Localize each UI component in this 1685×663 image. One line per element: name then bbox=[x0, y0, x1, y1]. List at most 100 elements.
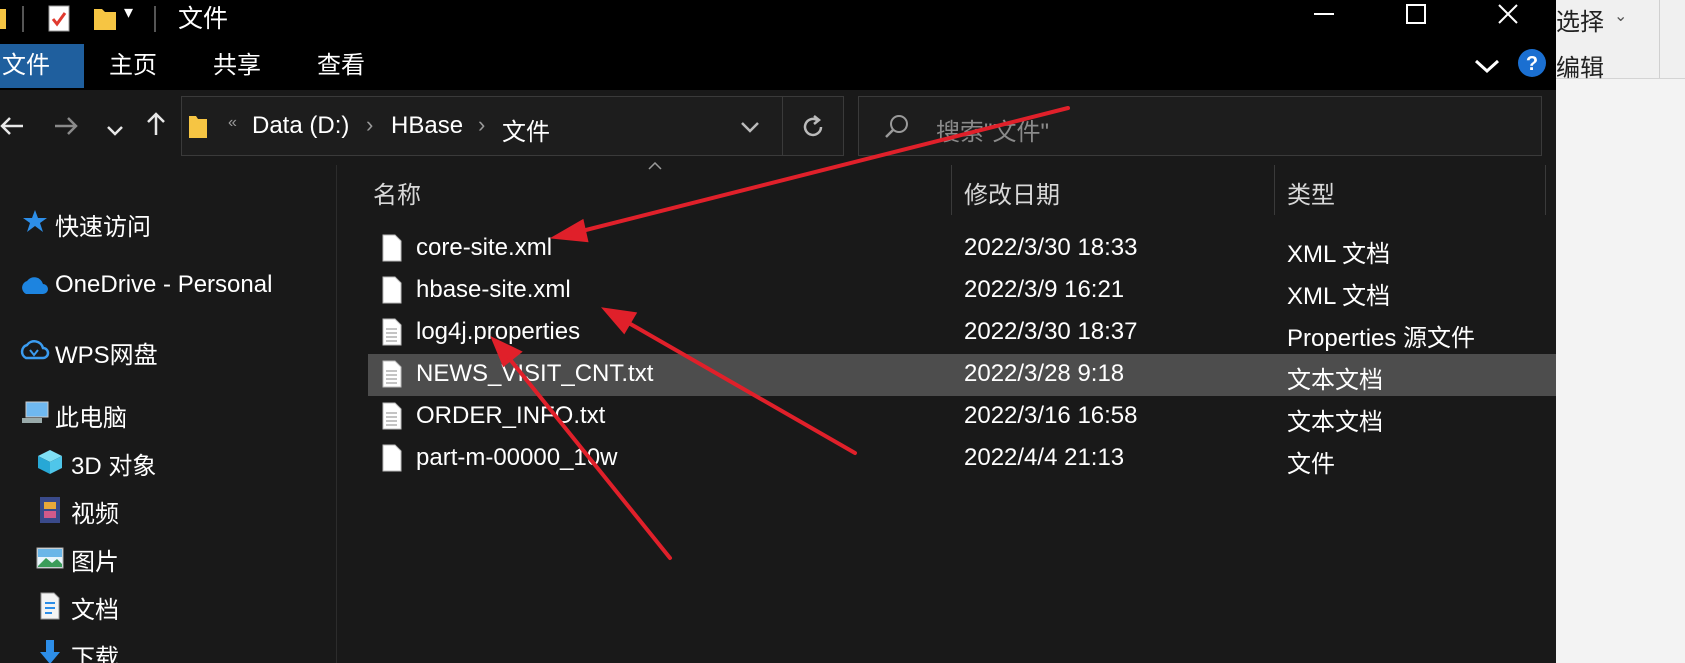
nav-onedrive[interactable]: OneDrive - Personal bbox=[55, 271, 272, 299]
file-date: 2022/3/9 16:21 bbox=[964, 276, 1125, 303]
nav-pictures[interactable]: 图片 bbox=[71, 542, 119, 577]
text-file-icon bbox=[382, 402, 402, 430]
pane-divider[interactable] bbox=[336, 165, 337, 663]
file-icon bbox=[382, 234, 402, 262]
search-icon bbox=[885, 115, 908, 138]
select-chevron-icon[interactable]: ⌄ bbox=[1614, 6, 1627, 26]
file-type: 文本文档 bbox=[1287, 409, 1383, 436]
film-icon bbox=[40, 497, 60, 523]
back-arrow-icon bbox=[0, 117, 23, 135]
column-separator[interactable] bbox=[1545, 165, 1546, 215]
breadcrumb-hbase[interactable]: HBase bbox=[391, 112, 463, 140]
refresh-icon[interactable] bbox=[800, 114, 826, 140]
minimize-button[interactable] bbox=[1278, 0, 1370, 42]
text-file-icon bbox=[382, 360, 402, 388]
address-divider bbox=[782, 97, 783, 155]
breadcrumb-current[interactable]: 文件 bbox=[502, 112, 550, 147]
tab-file[interactable]: 文件 bbox=[0, 44, 84, 88]
column-separator[interactable] bbox=[1274, 165, 1275, 215]
file-icon bbox=[382, 444, 402, 472]
titlebar-divider-2 bbox=[154, 6, 156, 32]
nav-3d-objects[interactable]: 3D 对象 bbox=[71, 446, 156, 481]
file-date: 2022/3/30 18:33 bbox=[964, 234, 1138, 261]
column-header-name[interactable]: 名称 bbox=[373, 175, 421, 210]
nav-documents[interactable]: 文档 bbox=[71, 590, 119, 625]
tab-home[interactable]: 主页 bbox=[109, 44, 157, 88]
nav-quick-access[interactable]: 快速访问 bbox=[55, 207, 151, 242]
file-date: 2022/4/4 21:13 bbox=[964, 444, 1125, 471]
file-row[interactable]: ORDER_INFO.txt 2022/3/16 16:58 文本文档 bbox=[368, 396, 1556, 438]
download-icon bbox=[40, 640, 60, 663]
close-button[interactable] bbox=[1462, 0, 1554, 42]
search-placeholder[interactable]: 搜索"文件" bbox=[936, 112, 1049, 147]
file-date: 2022/3/16 16:58 bbox=[964, 402, 1138, 429]
file-row[interactable]: part-m-00000_10w 2022/4/4 21:13 文件 bbox=[368, 438, 1556, 480]
tab-view[interactable]: 查看 bbox=[317, 44, 365, 88]
file-type: XML 文档 bbox=[1287, 283, 1391, 310]
tab-share[interactable]: 共享 bbox=[213, 44, 261, 88]
titlebar-divider bbox=[22, 6, 24, 32]
maximize-icon bbox=[1406, 4, 1426, 24]
nav-wps-drive[interactable]: WPS网盘 bbox=[55, 335, 158, 370]
explorer-window: ▾ 文件 文件 主页 共享 查看 ? « Data (D:) › HBase ›… bbox=[0, 0, 1556, 663]
cloud-outline-icon bbox=[20, 340, 50, 360]
recent-locations-button[interactable] bbox=[97, 104, 133, 152]
file-type: XML 文档 bbox=[1287, 241, 1391, 268]
file-name[interactable]: part-m-00000_10w bbox=[416, 444, 617, 472]
up-button[interactable] bbox=[138, 104, 174, 152]
column-separator[interactable] bbox=[951, 165, 952, 215]
file-row[interactable]: core-site.xml 2022/3/30 18:33 XML 文档 bbox=[368, 228, 1556, 270]
column-header-date[interactable]: 修改日期 bbox=[964, 175, 1060, 210]
file-icon bbox=[382, 276, 402, 304]
recent-chevron-icon bbox=[107, 126, 123, 136]
file-row[interactable]: log4j.properties 2022/3/30 18:37 Propert… bbox=[368, 312, 1556, 354]
address-folder-icon bbox=[189, 116, 207, 138]
breadcrumb-separator-icon[interactable]: › bbox=[366, 112, 373, 138]
file-name[interactable]: ORDER_INFO.txt bbox=[416, 402, 605, 430]
properties-icon[interactable] bbox=[46, 3, 72, 33]
file-name[interactable]: hbase-site.xml bbox=[416, 276, 571, 304]
picture-icon bbox=[36, 547, 64, 569]
address-history-chevron-icon[interactable] bbox=[740, 121, 760, 133]
file-type: 文件 bbox=[1287, 451, 1335, 478]
select-label[interactable]: 选择 bbox=[1556, 2, 1604, 37]
window-title: 文件 bbox=[178, 5, 229, 33]
file-type: Properties 源文件 bbox=[1287, 325, 1476, 352]
star-icon bbox=[23, 210, 47, 232]
file-type: 文本文档 bbox=[1287, 367, 1383, 394]
folder-edge-icon bbox=[0, 9, 6, 29]
forward-arrow-icon bbox=[55, 117, 78, 135]
background-window: 选择 ⌄ 编辑 bbox=[1556, 0, 1685, 663]
address-overflow[interactable]: « bbox=[228, 114, 237, 132]
cloud-icon bbox=[22, 277, 48, 294]
nav-this-pc[interactable]: 此电脑 bbox=[55, 398, 127, 433]
up-arrow-icon bbox=[147, 112, 165, 135]
forward-button[interactable] bbox=[48, 104, 84, 152]
file-name[interactable]: NEWS_VISIT_CNT.txt bbox=[416, 360, 653, 388]
cube-icon bbox=[38, 450, 62, 474]
column-header-type[interactable]: 类型 bbox=[1287, 175, 1335, 210]
help-icon[interactable]: ? bbox=[1517, 48, 1547, 78]
file-row[interactable]: hbase-site.xml 2022/3/9 16:21 XML 文档 bbox=[368, 270, 1556, 312]
edit-label[interactable]: 编辑 bbox=[1556, 48, 1604, 83]
back-button[interactable] bbox=[0, 104, 30, 152]
breadcrumb-drive[interactable]: Data (D:) bbox=[252, 112, 349, 140]
text-file-icon bbox=[382, 318, 402, 346]
sort-ascending-icon bbox=[648, 162, 662, 170]
close-icon bbox=[1498, 4, 1518, 24]
nav-downloads[interactable]: 下载 bbox=[71, 638, 119, 663]
maximize-button[interactable] bbox=[1370, 0, 1462, 42]
file-name[interactable]: log4j.properties bbox=[416, 318, 580, 346]
breadcrumb-separator-icon[interactable]: › bbox=[478, 112, 485, 138]
nav-videos[interactable]: 视频 bbox=[71, 494, 119, 529]
minimize-icon bbox=[1314, 13, 1334, 15]
new-folder-icon[interactable] bbox=[92, 3, 118, 33]
file-date: 2022/3/28 9:18 bbox=[964, 360, 1125, 387]
file-date: 2022/3/30 18:37 bbox=[964, 318, 1138, 345]
ribbon-divider bbox=[1659, 0, 1660, 78]
file-name[interactable]: core-site.xml bbox=[416, 234, 552, 262]
svg-text:?: ? bbox=[1526, 53, 1538, 75]
file-row-selected[interactable]: NEWS_VISIT_CNT.txt 2022/3/28 9:18 文本文档 bbox=[368, 354, 1556, 396]
expand-ribbon-chevron-icon[interactable] bbox=[1474, 58, 1500, 74]
customize-toolbar-chevron-icon[interactable]: ▾ bbox=[124, 2, 133, 23]
